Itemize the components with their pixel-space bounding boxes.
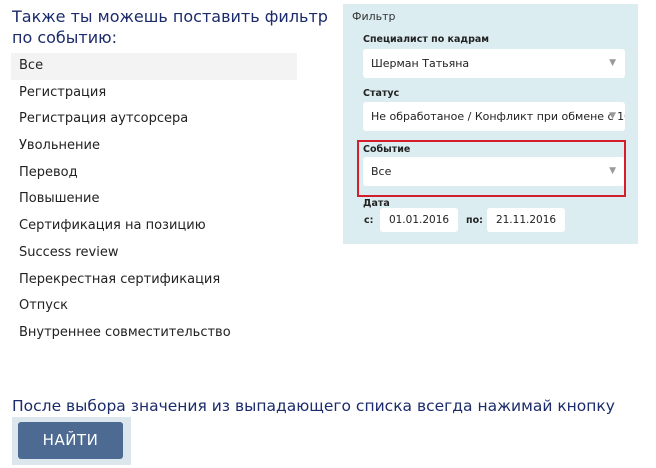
- event-option-cross-certification[interactable]: Перекрестная сертификация: [11, 267, 297, 294]
- event-option-all[interactable]: Все: [11, 53, 297, 80]
- status-label: Статус: [363, 88, 400, 99]
- filter-panel: Фильтр Специалист по кадрам Шерман Татья…: [343, 4, 638, 244]
- chevron-down-icon: ▼: [609, 58, 616, 68]
- date-from-label: с:: [364, 215, 374, 226]
- instruction-text: После выбора значения из выпадающего спи…: [12, 397, 615, 415]
- event-option-registration[interactable]: Регистрация: [11, 80, 297, 107]
- event-option-vacation[interactable]: Отпуск: [11, 293, 297, 320]
- intro-line-2: по событию:: [12, 28, 117, 47]
- date-to-label: по:: [466, 215, 483, 226]
- event-option-transfer[interactable]: Перевод: [11, 160, 297, 187]
- specialist-select[interactable]: Шерман Татьяна ▼: [363, 49, 625, 78]
- intro-line-1: Также ты можешь поставить фильтр: [12, 7, 328, 26]
- find-button-area: НАЙТИ: [12, 417, 131, 465]
- status-select[interactable]: Не обработаное / Конфликт при обмене с 1…: [363, 102, 625, 131]
- event-option-outsourcer-registration[interactable]: Регистрация аутсорсера: [11, 106, 297, 133]
- event-option-promotion[interactable]: Повышение: [11, 186, 297, 213]
- event-highlight-frame: [357, 140, 626, 197]
- filter-title: Фильтр: [352, 10, 396, 23]
- specialist-label: Специалист по кадрам: [363, 34, 490, 45]
- intro-text: Также ты можешь поставить фильтр по собы…: [12, 6, 332, 48]
- date-from-input[interactable]: 01.01.2016: [380, 208, 458, 232]
- event-option-position-certification[interactable]: Сертификация на позицию: [11, 213, 297, 240]
- event-option-success-review[interactable]: Success review: [11, 240, 297, 267]
- status-value: Не обработаное / Конфликт при обмене с 1…: [371, 110, 625, 123]
- date-to-input[interactable]: 21.11.2016: [487, 208, 565, 232]
- specialist-value: Шерман Татьяна: [371, 57, 470, 70]
- chevron-down-icon: ▼: [609, 111, 616, 121]
- event-option-dismissal[interactable]: Увольнение: [11, 133, 297, 160]
- event-dropdown-list: Все Регистрация Регистрация аутсорсера У…: [11, 53, 297, 347]
- find-button[interactable]: НАЙТИ: [18, 422, 123, 459]
- event-option-internal-part-time[interactable]: Внутреннее совместительство: [11, 320, 297, 347]
